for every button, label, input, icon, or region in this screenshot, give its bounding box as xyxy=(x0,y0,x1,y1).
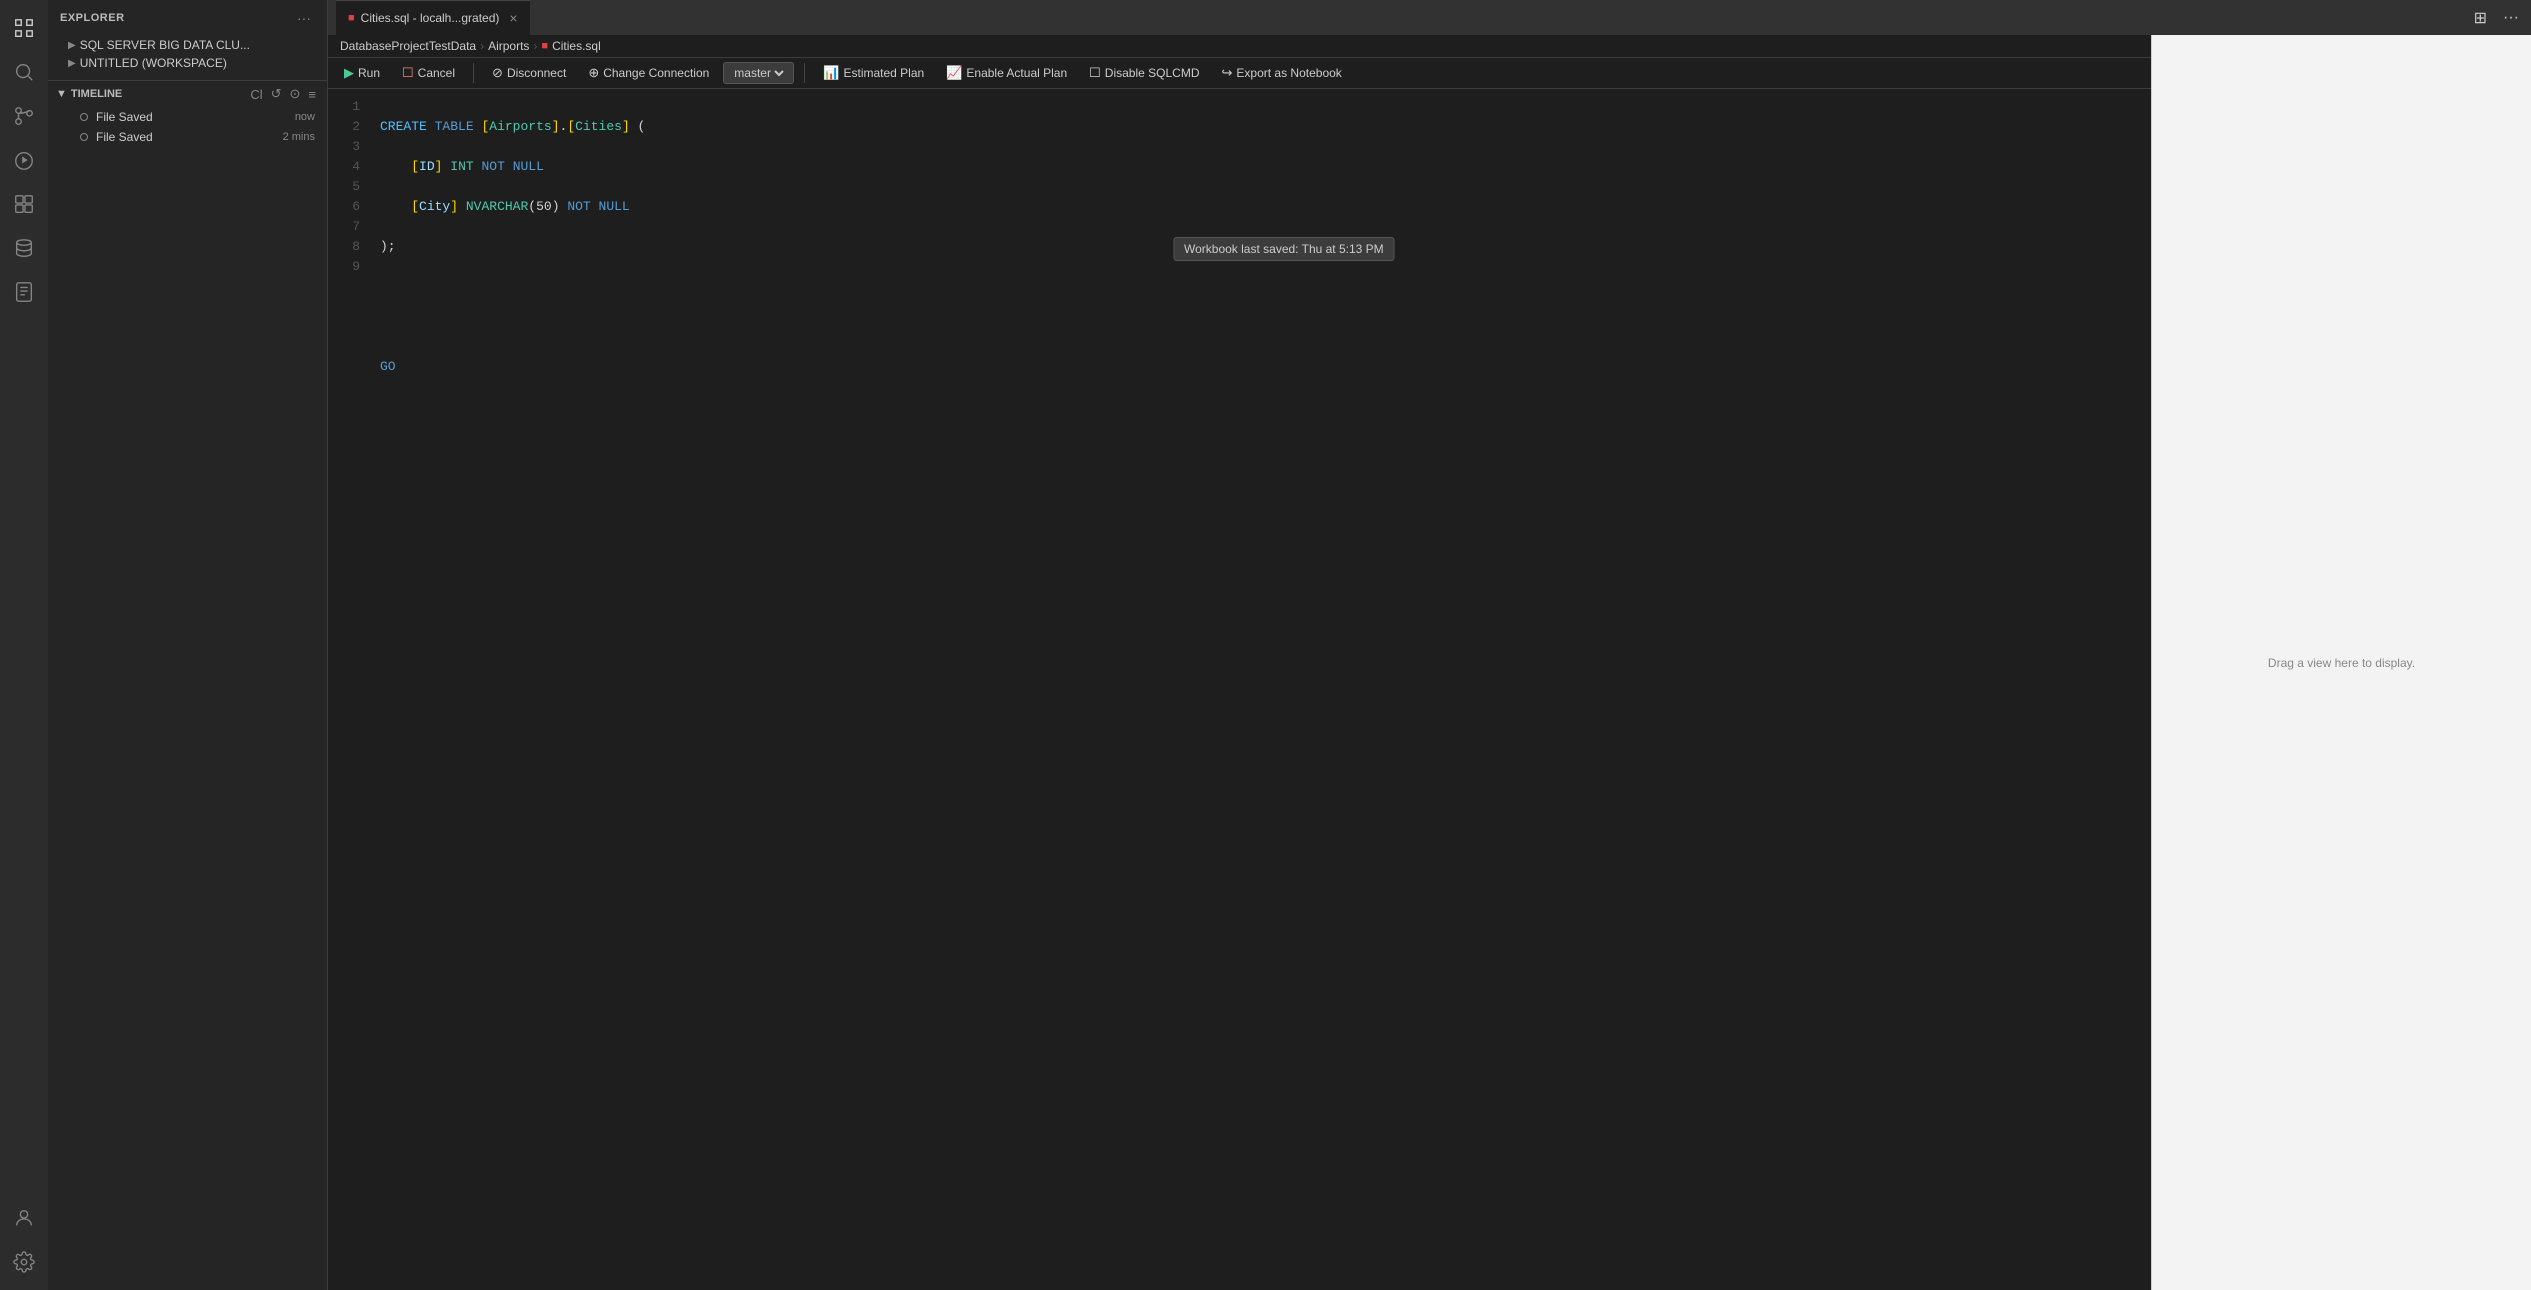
code-content[interactable]: CREATE TABLE [Airports].[Cities] ( [ID] … xyxy=(368,89,2151,1290)
cities-sql-tab[interactable]: ■ Cities.sql - localh...grated) × xyxy=(336,0,530,35)
sidebar-header-actions: ··· xyxy=(293,8,315,28)
cancel-btn[interactable]: ☐ Cancel xyxy=(394,62,463,84)
tab-bar: ■ Cities.sql - localh...grated) × ⊞ ··· xyxy=(328,0,2531,35)
connection-dropdown[interactable]: master xyxy=(723,62,794,84)
timeline-filter-btn[interactable]: Cl xyxy=(247,85,265,103)
sql-server-item[interactable]: ▶ SQL SERVER BIG DATA CLU... xyxy=(48,36,327,54)
search-icon[interactable] xyxy=(4,52,44,92)
editor-tabs: ■ Cities.sql - localh...grated) × xyxy=(336,0,2470,35)
sidebar: Explorer ··· ▶ SQL SERVER BIG DATA CLU..… xyxy=(48,0,328,1290)
more-options-btn[interactable]: ··· xyxy=(293,8,315,28)
timeline-header[interactable]: ▼ TIMELINE Cl ↺ ⊙ ≡ xyxy=(48,81,327,107)
run-btn[interactable]: ▶ Run xyxy=(336,62,388,84)
timeline-sort-btn[interactable]: ↺ xyxy=(268,85,285,103)
timeline-actions: Cl ↺ ⊙ ≡ xyxy=(247,85,319,103)
enable-actual-plan-btn[interactable]: 📈 Enable Actual Plan xyxy=(938,62,1075,84)
disconnect-btn[interactable]: ⊘ Disconnect xyxy=(484,62,574,84)
toolbar-sep-1 xyxy=(473,63,474,83)
split-editor-btn[interactable]: ⊞ xyxy=(2470,4,2491,32)
breadcrumb: DatabaseProjectTestData › Airports › ■ C… xyxy=(328,35,2151,58)
timeline-settings-btn[interactable]: ≡ xyxy=(305,85,319,103)
breadcrumb-part-3: ■ Cities.sql xyxy=(541,39,600,53)
activity-bar xyxy=(0,0,48,1290)
collapse-arrow: ▶ xyxy=(68,58,76,69)
breadcrumb-part-2: Airports xyxy=(488,39,529,53)
export-notebook-btn[interactable]: ↪ Export as Notebook xyxy=(1214,62,1350,84)
run-icon: ▶ xyxy=(344,65,354,81)
export-icon: ↪ xyxy=(1222,65,1233,81)
timeline-item-2[interactable]: File Saved 2 mins xyxy=(48,127,327,147)
account-icon[interactable] xyxy=(4,1198,44,1238)
enable-actual-icon: 📈 xyxy=(946,65,962,81)
estimated-plan-btn[interactable]: 📊 Estimated Plan xyxy=(815,62,932,84)
tab-close-btn[interactable]: × xyxy=(509,10,517,26)
explorer-icon[interactable] xyxy=(4,8,44,48)
extensions-icon[interactable] xyxy=(4,184,44,224)
cancel-icon: ☐ xyxy=(402,65,414,81)
disable-sqlcmd-btn[interactable]: ☐ Disable SQLCMD xyxy=(1081,62,1207,84)
debug-icon[interactable] xyxy=(4,140,44,180)
disable-sqlcmd-icon: ☐ xyxy=(1089,65,1101,81)
sql-file-icon: ■ xyxy=(541,40,548,52)
timeline-item-1[interactable]: File Saved now xyxy=(48,107,327,127)
line-numbers: 1 2 3 4 5 6 7 8 9 xyxy=(328,89,368,1290)
explorer-header: Explorer ··· xyxy=(48,0,327,36)
timeline-section: ▼ TIMELINE Cl ↺ ⊙ ≡ File Saved now File … xyxy=(48,80,327,147)
code-editor[interactable]: 1 2 3 4 5 6 7 8 9 CREATE TABLE [Airports… xyxy=(328,89,2151,1290)
change-connection-icon: ⊕ xyxy=(588,65,599,81)
workspace-item[interactable]: ▶ UNTITLED (WORKSPACE) xyxy=(48,54,327,72)
tab-label: Cities.sql - localh...grated) xyxy=(361,11,500,25)
settings-icon[interactable] xyxy=(4,1242,44,1282)
editor-title-actions: ⊞ ··· xyxy=(2470,4,2523,32)
timeline-more-btn[interactable]: ⊙ xyxy=(287,85,304,103)
disconnect-icon: ⊘ xyxy=(492,65,503,81)
notebook-icon[interactable] xyxy=(4,272,44,312)
change-connection-btn[interactable]: ⊕ Change Connection xyxy=(580,62,717,84)
file-icon: ■ xyxy=(348,12,355,24)
database-icon[interactable] xyxy=(4,228,44,268)
estimated-plan-icon: 📊 xyxy=(823,65,839,81)
collapse-arrow: ▶ xyxy=(68,40,76,51)
right-panel-placeholder: Drag a view here to display. xyxy=(2268,656,2415,670)
editor-toolbar: ▶ Run ☐ Cancel ⊘ Disconnect ⊕ Change Co xyxy=(328,58,2151,89)
source-control-icon[interactable] xyxy=(4,96,44,136)
toolbar-sep-2 xyxy=(804,63,805,83)
editor-more-btn[interactable]: ··· xyxy=(2499,5,2523,31)
connection-select[interactable]: master xyxy=(730,65,787,81)
breadcrumb-part-1: DatabaseProjectTestData xyxy=(340,39,476,53)
right-panel: Drag a view here to display. xyxy=(2151,35,2531,1290)
editor-area: DatabaseProjectTestData › Airports › ■ C… xyxy=(328,35,2151,1290)
